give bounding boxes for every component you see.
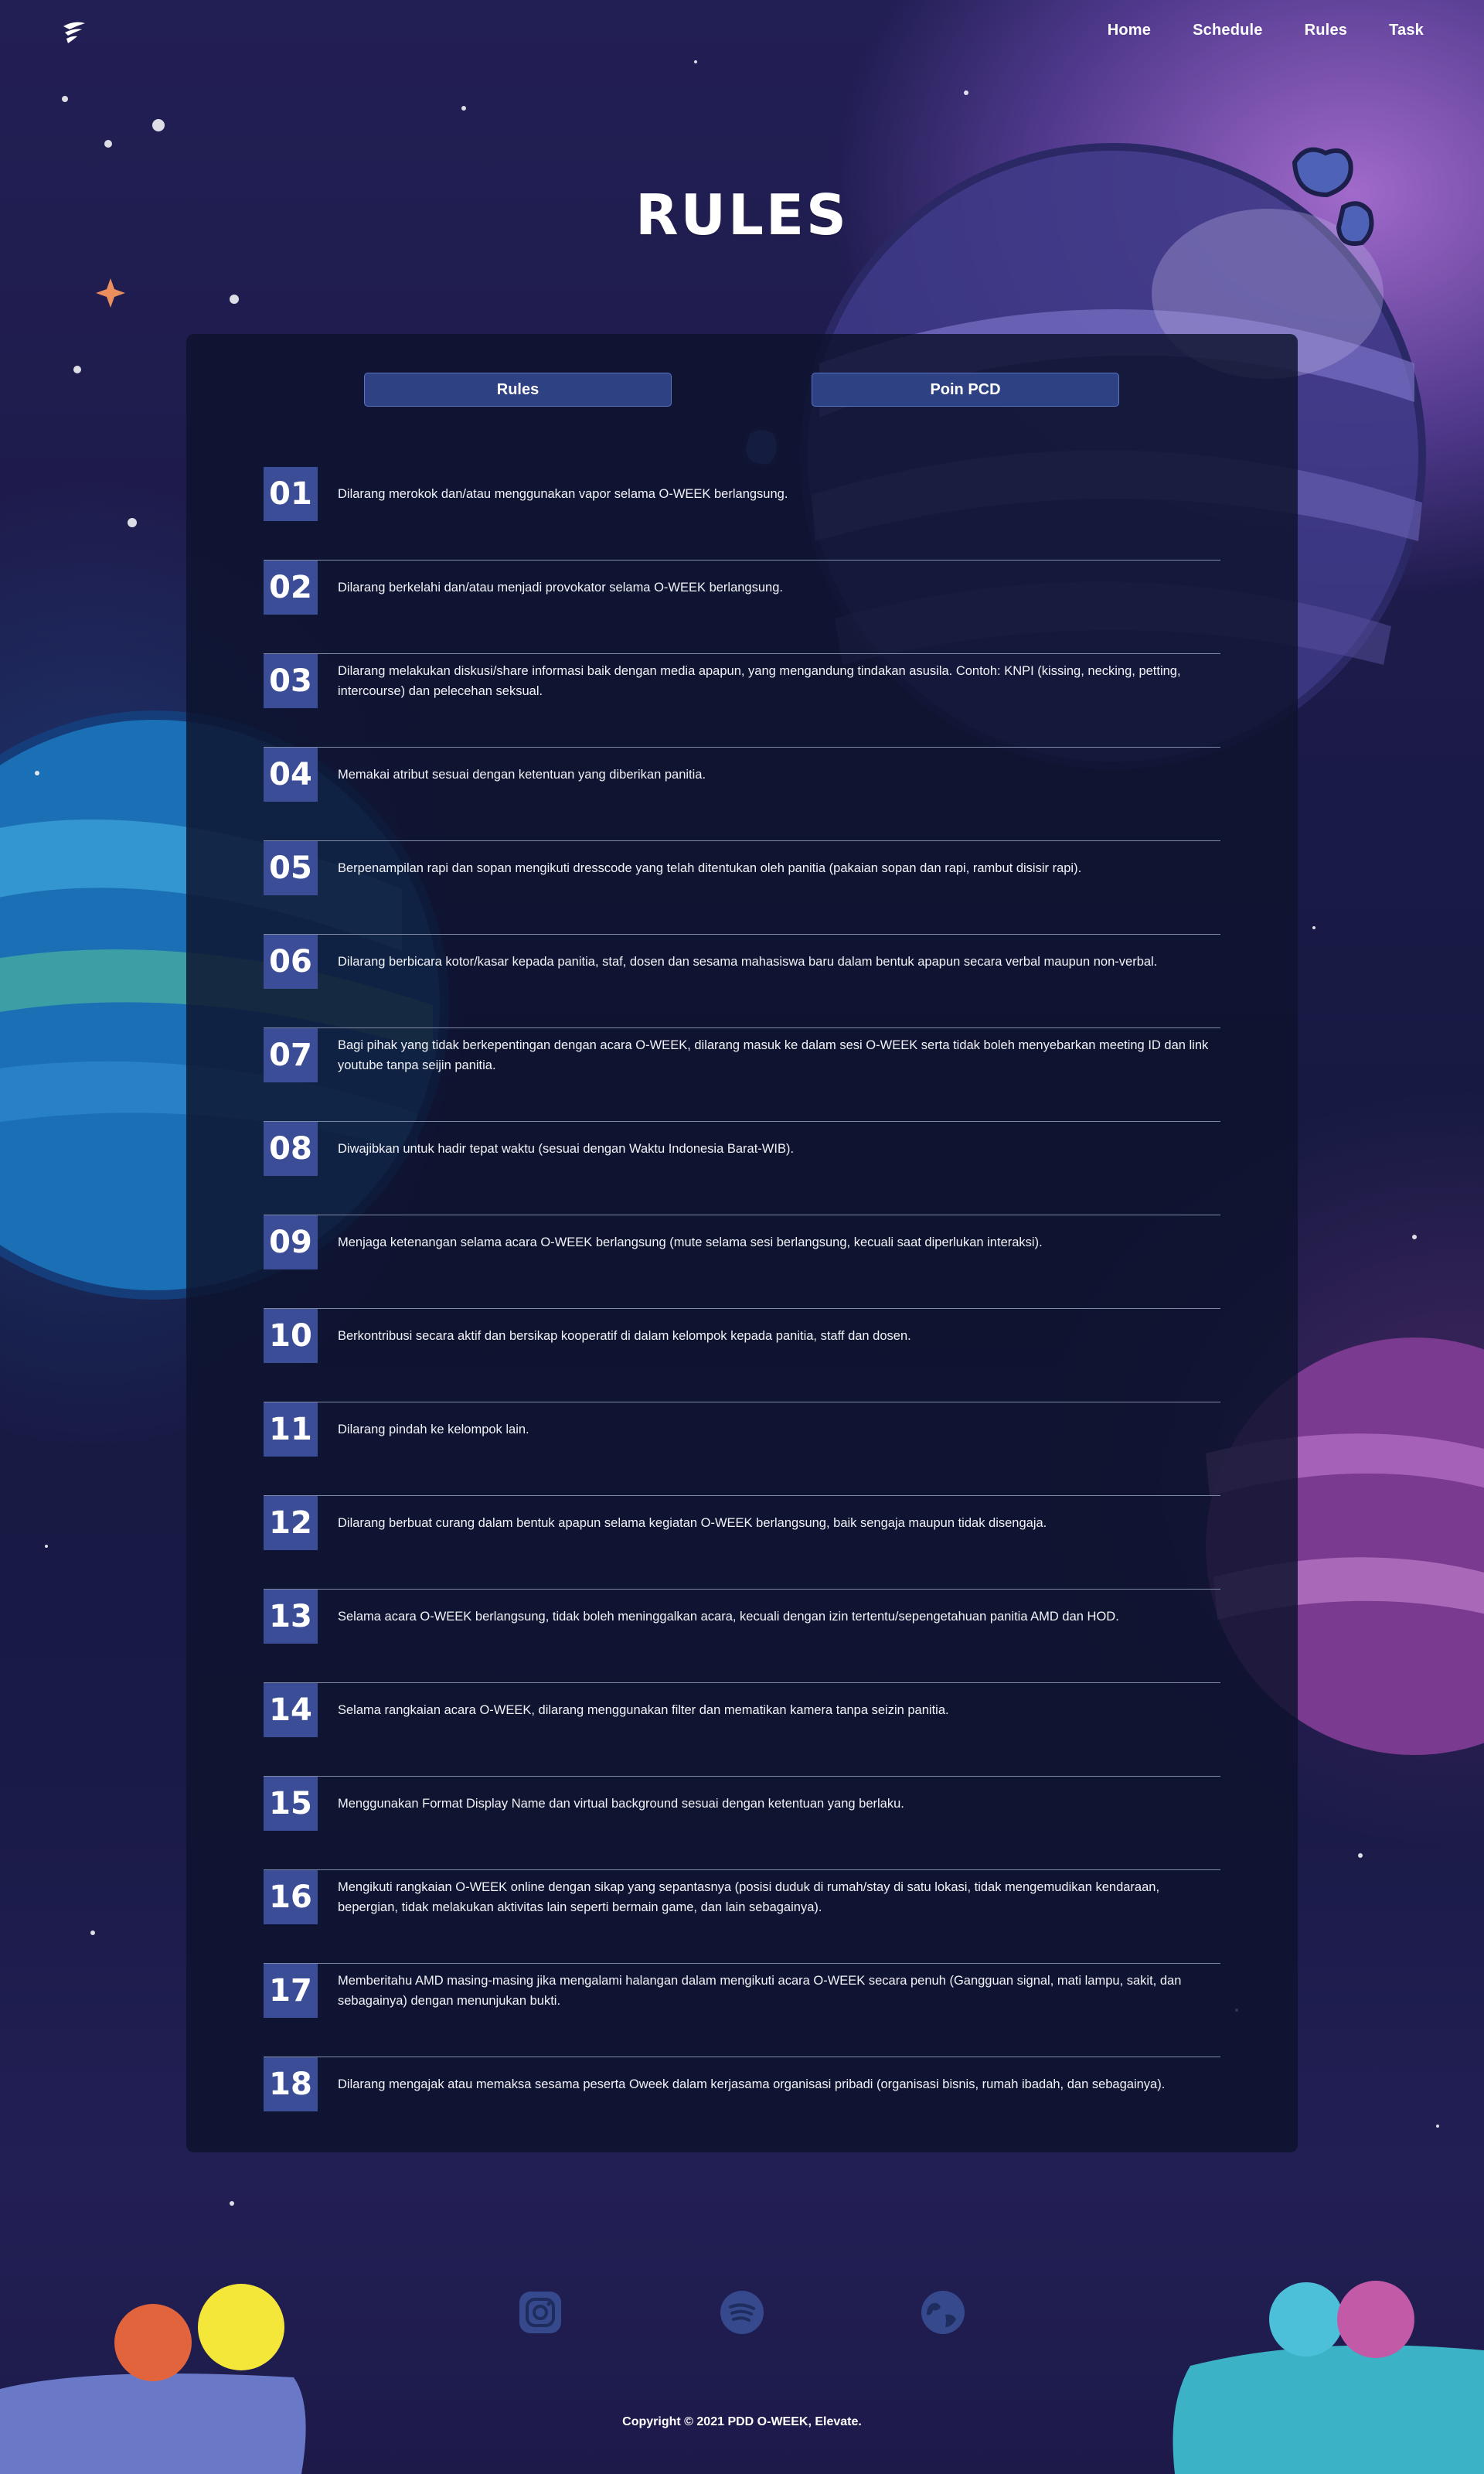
rule-item: 10 Berkontribusi secara aktif dan bersika… [264,1309,1220,1402]
rule-text: Diwajibkan untuk hadir tepat waktu (sesu… [338,1142,795,1156]
rule-number: 10 [264,1309,318,1363]
rule-number: 13 [264,1590,318,1644]
rule-item: 03 Dilarang melakukan diskusi/share infor… [264,654,1220,748]
rule-item: 04 Memakai atribut sesuai dengan ketentua… [264,748,1220,841]
rule-number: 09 [264,1215,318,1269]
page-title: RULES [635,182,849,247]
nav-task-link[interactable]: Task [1389,22,1424,39]
rule-item: 13 Selama acara O-WEEK berlangsung, tidak… [264,1590,1220,1683]
rule-item: 09 Menjaga ketenangan selama acara O-WEEK… [264,1215,1220,1309]
rule-number: 15 [264,1777,318,1831]
rule-number: 12 [264,1496,318,1550]
rule-item: 14 Selama rangkaian acara O-WEEK, dilaran… [264,1683,1220,1777]
rule-number: 08 [264,1122,318,1176]
footer-social-icons [0,2288,1484,2343]
rule-text: Dilarang berbuat curang dalam bentuk apa… [338,1516,1047,1530]
nav-home-link[interactable]: Home [1108,22,1151,39]
instagram-icon[interactable] [516,2288,564,2336]
rule-text: Berkontribusi secara aktif dan bersikap … [338,1329,911,1343]
rule-text: Memberitahu AMD masing-masing jika menga… [338,1974,1182,2008]
rule-number: 16 [264,1870,318,1924]
globe-icon[interactable] [919,2288,967,2336]
rule-text: Dilarang melakukan diskusi/share informa… [338,664,1181,698]
rule-number: 03 [264,654,318,708]
nav-rules-link[interactable]: Rules [1305,22,1347,39]
rule-text: Berpenampilan rapi dan sopan mengikuti d… [338,861,1082,875]
rule-number: 05 [264,841,318,895]
rules-list: 01 Dilarang merokok dan/atau menggunakan … [264,467,1220,2151]
rule-item: 16 Mengikuti rangkaian O-WEEK online deng… [264,1870,1220,1964]
rule-text: Dilarang berkelahi dan/atau menjadi prov… [338,581,783,595]
rule-item: 05 Berpenampilan rapi dan sopan mengikuti… [264,841,1220,935]
rule-number: 04 [264,748,318,802]
copyright-text: Copyright © 2021 PDD O-WEEK, Elevate. [622,2415,862,2428]
rule-text: Bagi pihak yang tidak berkepentingan den… [338,1038,1209,1072]
rule-text: Mengikuti rangkaian O-WEEK online dengan… [338,1880,1160,1914]
rule-number: 01 [264,467,318,521]
tab-poin-pcd[interactable]: Poin PCD [812,373,1119,407]
rule-item: 02 Dilarang berkelahi dan/atau menjadi pr… [264,561,1220,654]
rule-item: 07 Bagi pihak yang tidak berkepentingan d… [264,1028,1220,1122]
rule-item: 12 Dilarang berbuat curang dalam bentuk a… [264,1496,1220,1590]
rule-item: 11 Dilarang pindah ke kelompok lain. [264,1402,1220,1496]
rule-text: Dilarang pindah ke kelompok lain. [338,1423,529,1436]
rule-item: 17 Memberitahu AMD masing-masing jika men… [264,1964,1220,2057]
rule-number: 14 [264,1683,318,1737]
rule-text: Memakai atribut sesuai dengan ketentuan … [338,768,706,782]
rule-text: Selama acara O-WEEK berlangsung, tidak b… [338,1610,1119,1624]
rules-panel: Rules Poin PCD 01 Dilarang merokok dan/at… [186,334,1298,2152]
rule-number: 17 [264,1964,318,2018]
rule-number: 07 [264,1028,318,1082]
rule-number: 06 [264,935,318,989]
wing-logo-icon[interactable] [59,19,90,49]
rule-number: 02 [264,561,318,615]
rule-item: 08 Diwajibkan untuk hadir tepat waktu (se… [264,1122,1220,1215]
top-nav: Home Schedule Rules Task [0,0,1484,65]
tab-rules[interactable]: Rules [364,373,672,407]
rule-text: Dilarang mengajak atau memaksa sesama pe… [338,2077,1166,2091]
rule-number: 18 [264,2057,318,2111]
nav-schedule-link[interactable]: Schedule [1193,22,1263,39]
nav-links: Home Schedule Rules Task [1108,22,1424,39]
rule-item: 01 Dilarang merokok dan/atau menggunakan … [264,467,1220,561]
rule-number: 11 [264,1402,318,1457]
rule-text: Menggunakan Format Display Name dan virt… [338,1797,904,1811]
rule-item: 15 Menggunakan Format Display Name dan vi… [264,1777,1220,1870]
rule-text: Dilarang merokok dan/atau menggunakan va… [338,487,788,501]
rule-text: Selama rangkaian acara O-WEEK, dilarang … [338,1703,949,1717]
rule-text: Menjaga ketenangan selama acara O-WEEK b… [338,1235,1043,1249]
spotify-icon[interactable] [718,2288,766,2336]
rule-item: 18 Dilarang mengajak atau memaksa sesama … [264,2057,1220,2151]
rule-text: Dilarang berbicara kotor/kasar kepada pa… [338,955,1158,969]
rule-item: 06 Dilarang berbicara kotor/kasar kepada … [264,935,1220,1028]
